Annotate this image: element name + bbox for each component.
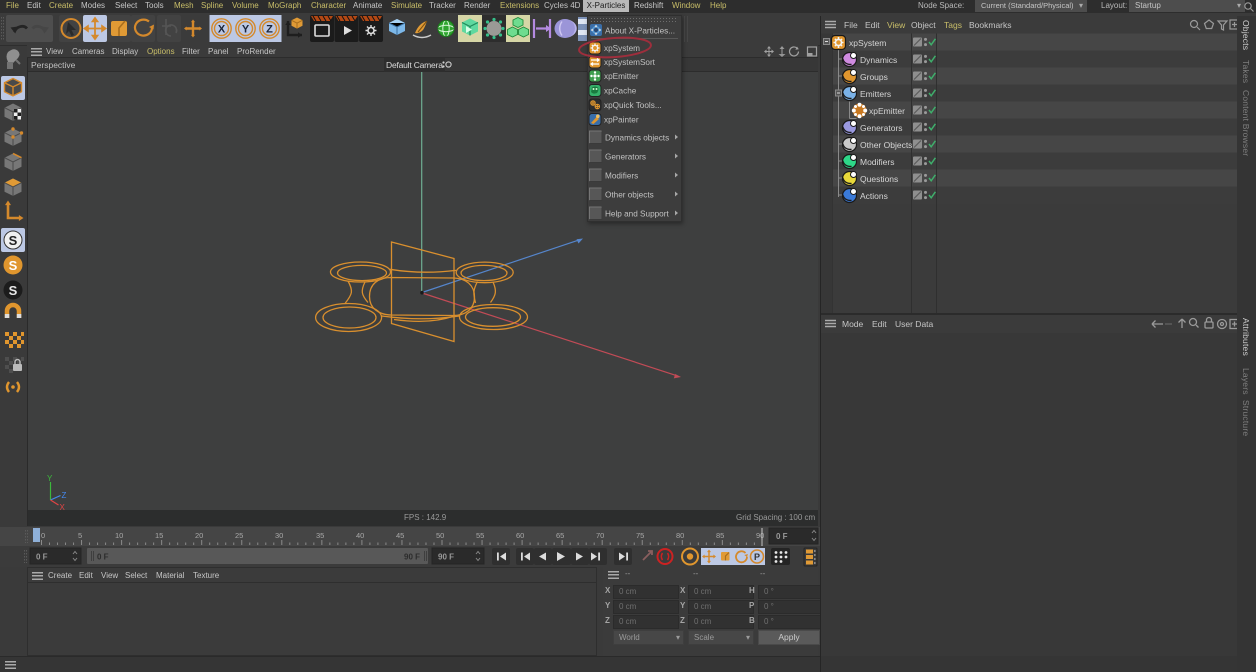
svg-text:20: 20 (195, 531, 203, 540)
svg-text:5: 5 (78, 531, 82, 540)
svg-text:Dynamics: Dynamics (860, 55, 897, 65)
svg-text:Generators: Generators (605, 153, 646, 162)
svg-text:xpCache: xpCache (604, 87, 637, 96)
svg-text:xpEmitter: xpEmitter (869, 106, 905, 116)
svg-text:Y: Y (47, 474, 53, 483)
svg-text:Actions: Actions (860, 191, 888, 201)
svg-text:View: View (887, 20, 906, 30)
svg-text:80: 80 (676, 531, 684, 540)
svg-text:70: 70 (596, 531, 604, 540)
svg-text:50: 50 (436, 531, 444, 540)
svg-text:File: File (844, 20, 858, 30)
svg-text:S: S (9, 283, 18, 298)
svg-text:Modifiers: Modifiers (605, 172, 638, 181)
svg-text:Object: Object (911, 20, 936, 30)
svg-text:15: 15 (155, 531, 163, 540)
svg-text:Edit: Edit (865, 20, 880, 30)
svg-text:85: 85 (716, 531, 724, 540)
svg-text:45: 45 (396, 531, 404, 540)
svg-text:xpSystem: xpSystem (604, 44, 640, 53)
svg-text:Z: Z (266, 24, 273, 36)
svg-text:Generators: Generators (860, 123, 903, 133)
svg-text:30: 30 (275, 531, 283, 540)
svg-text:0: 0 (41, 531, 45, 540)
svg-text:P: P (754, 552, 760, 562)
svg-text:S: S (9, 233, 18, 248)
svg-text:X: X (218, 24, 226, 36)
svg-text:0 F: 0 F (776, 532, 788, 541)
svg-text:90: 90 (756, 531, 764, 540)
svg-text:Other Objects: Other Objects (860, 140, 912, 150)
svg-text:Questions: Questions (860, 174, 898, 184)
svg-text:Tags: Tags (944, 20, 962, 30)
svg-text:xpPainter: xpPainter (604, 116, 639, 125)
svg-text:35: 35 (316, 531, 324, 540)
svg-text:Edit: Edit (872, 319, 887, 329)
svg-text:Bookmarks: Bookmarks (969, 20, 1012, 30)
svg-text:75: 75 (636, 531, 644, 540)
svg-text:xpQuick Tools...: xpQuick Tools... (604, 101, 662, 110)
svg-text:90 F: 90 F (404, 553, 420, 562)
svg-text:55: 55 (476, 531, 484, 540)
svg-text:Dynamics objects: Dynamics objects (605, 134, 669, 143)
svg-text:Modifiers: Modifiers (860, 157, 894, 167)
svg-text:65: 65 (556, 531, 564, 540)
svg-text:0 F: 0 F (36, 553, 48, 562)
svg-text:S: S (9, 258, 18, 273)
svg-text:0 F: 0 F (97, 553, 109, 562)
svg-text:Emitters: Emitters (860, 89, 891, 99)
svg-text:About X-Particles...: About X-Particles... (605, 27, 675, 36)
svg-text:Z: Z (62, 491, 67, 500)
svg-text:Help and Support: Help and Support (605, 210, 669, 219)
svg-text:90 F: 90 F (438, 553, 454, 562)
svg-text:10: 10 (115, 531, 123, 540)
svg-text:xpSystem: xpSystem (849, 38, 886, 48)
svg-text:40: 40 (356, 531, 364, 540)
svg-text:xpSystemSort: xpSystemSort (604, 58, 656, 67)
svg-text:User Data: User Data (895, 319, 934, 329)
svg-text:Y: Y (242, 24, 250, 36)
svg-text:25: 25 (235, 531, 243, 540)
svg-text:xpEmitter: xpEmitter (604, 72, 639, 81)
svg-text:Other objects: Other objects (605, 191, 654, 200)
svg-text:Mode: Mode (842, 319, 864, 329)
svg-text:60: 60 (516, 531, 524, 540)
svg-text:Groups: Groups (860, 72, 888, 82)
